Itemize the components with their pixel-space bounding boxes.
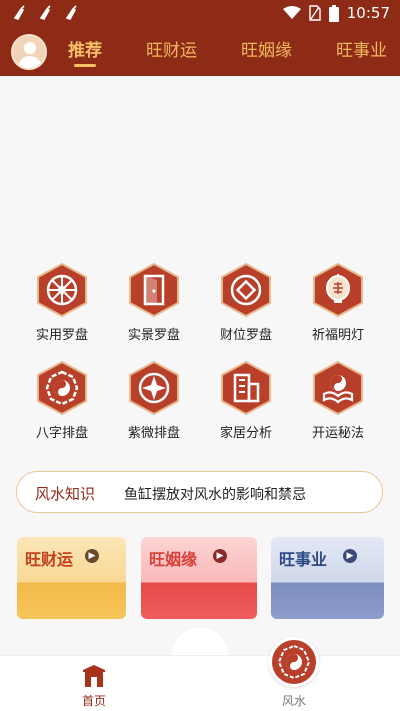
grid-item-bazi[interactable]: 八字排盘	[16, 360, 108, 441]
nav-home[interactable]: 首页	[44, 656, 144, 711]
knowledge-headline[interactable]: 鱼缸摆放对风水的影响和禁忌	[124, 484, 306, 504]
grid-label: 实景罗盘	[127, 328, 180, 343]
chevron-right-icon: ▶	[85, 549, 99, 563]
fengshui-bagua-button[interactable]	[269, 637, 319, 687]
bagua-icon	[277, 644, 311, 680]
broom-icon	[13, 5, 25, 20]
grid-item-practical-compass[interactable]: 实用罗盘	[16, 262, 108, 343]
grid-label: 八字排盘	[35, 426, 88, 441]
bagua-icon	[37, 360, 87, 416]
lantern-icon	[313, 262, 363, 318]
notification-icons	[12, 5, 80, 21]
wealth-card[interactable]: 旺财运 ▶	[17, 537, 126, 619]
tab-recommend[interactable]: 推荐	[68, 28, 102, 76]
nav-home-label: 首页	[81, 694, 106, 708]
coin-icon	[221, 262, 271, 318]
clock: 10:57	[346, 4, 390, 22]
tab-wealth[interactable]: 旺财运	[146, 28, 197, 76]
category-tabs: 推荐 旺财运 旺姻缘 旺事业	[68, 28, 400, 76]
grid-label: 开运秘法	[311, 426, 364, 441]
career-card[interactable]: 旺事业 ▶	[271, 537, 384, 619]
grid-item-ziwei[interactable]: 紫微排盘	[108, 360, 200, 441]
grid-label: 家居分析	[219, 426, 272, 441]
door-icon	[129, 262, 179, 318]
grid-label: 祈福明灯	[311, 328, 364, 343]
marriage-card[interactable]: 旺姻缘 ▶	[141, 537, 257, 619]
feature-grid: 实用罗盘 实景罗盘 财位罗盘 祈福明灯 八字排盘 紫微排盘 家居分析 开运秘法	[16, 262, 384, 458]
avatar-icon[interactable]	[11, 34, 47, 70]
grid-label: 紫微排盘	[127, 426, 180, 441]
building-icon	[221, 360, 271, 416]
sim-icon	[309, 5, 321, 21]
grid-item-live-compass[interactable]: 实景罗盘	[108, 262, 200, 343]
wealth-card-title: 旺财运	[25, 550, 74, 569]
career-card-title: 旺事业	[279, 550, 328, 569]
chevron-right-icon: ▶	[213, 549, 227, 563]
chevron-right-icon: ▶	[343, 549, 357, 563]
open-book-icon	[313, 360, 363, 416]
broom-icon	[65, 5, 77, 20]
banner-area[interactable]	[0, 76, 400, 252]
fengshui-knowledge-bar[interactable]: 风水知识 鱼缸摆放对风水的影响和禁忌	[16, 471, 383, 513]
nav-fengshui-label: 风水	[281, 694, 306, 708]
temple-icon	[83, 665, 105, 687]
top-nav: 推荐 旺财运 旺姻缘 旺事业	[0, 28, 400, 76]
wifi-icon	[282, 6, 301, 19]
battery-icon	[328, 4, 339, 22]
grid-label: 财位罗盘	[219, 328, 272, 343]
bottom-nav: 首页 风水	[0, 655, 400, 711]
tab-marriage[interactable]: 旺姻缘	[241, 28, 292, 76]
knowledge-title: 风水知识	[35, 485, 96, 503]
status-bar: 10:57	[0, 0, 400, 28]
marriage-card-title: 旺姻缘	[149, 550, 198, 569]
star-compass-icon	[129, 360, 179, 416]
tab-career[interactable]: 旺事业	[336, 28, 387, 76]
grid-item-home-analysis[interactable]: 家居分析	[200, 360, 292, 441]
compass-wheel-icon	[37, 262, 87, 318]
grid-item-fortune-method[interactable]: 开运秘法	[292, 360, 384, 441]
grid-item-blessing-lamp[interactable]: 祈福明灯	[292, 262, 384, 343]
broom-icon	[39, 5, 51, 20]
grid-item-wealth-compass[interactable]: 财位罗盘	[200, 262, 292, 343]
grid-label: 实用罗盘	[35, 328, 88, 343]
